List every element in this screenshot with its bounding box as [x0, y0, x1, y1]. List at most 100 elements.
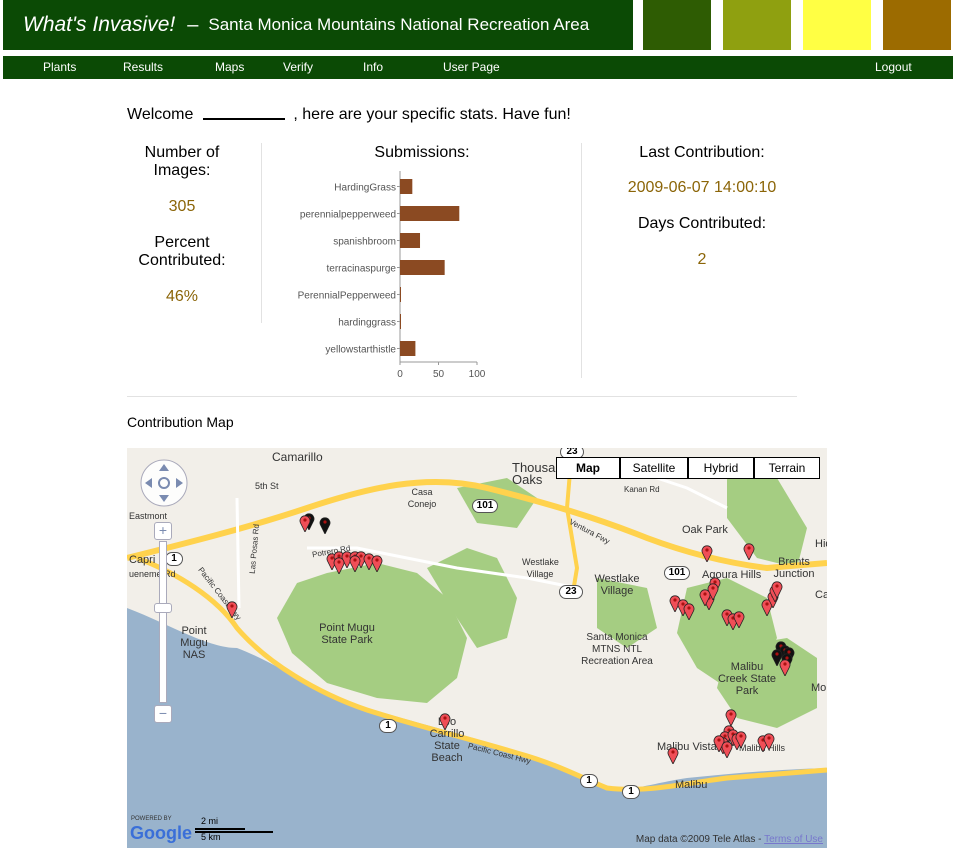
chart-bar — [400, 341, 416, 356]
scale-mi-label: 2 mi — [201, 816, 219, 826]
map-marker-icon[interactable] — [683, 602, 695, 620]
map-label-eastmont: Eastmont — [129, 511, 168, 521]
map-label-hueneme: ueneme Rd — [129, 569, 176, 579]
scale-km-label: 5 km — [201, 832, 221, 842]
chart-category-label: spanishbroom — [333, 237, 396, 248]
map-label-oak-park: Oak Park — [682, 524, 728, 536]
map-label-hid: Hid — [815, 538, 827, 550]
map-type-hybrid[interactable]: Hybrid — [688, 457, 754, 479]
nav-user-page[interactable]: User Page — [443, 56, 500, 79]
num-images-label: Number of Images: — [144, 144, 220, 179]
map-data-text: Map data ©2009 Tele Atlas - — [635, 834, 762, 845]
percent-contributed-label: Percent Contributed: — [138, 234, 226, 269]
chart-category-label: HardingGrass — [334, 183, 396, 194]
map-marker-icon[interactable] — [699, 588, 711, 606]
chart-category-label: hardinggrass — [338, 318, 396, 329]
shield-23-south: 23 — [559, 585, 583, 599]
map-marker-icon[interactable] — [667, 746, 679, 764]
park-north — [727, 468, 807, 568]
zoom-slider-handle[interactable] — [154, 603, 172, 613]
nav-maps[interactable]: Maps — [215, 56, 244, 79]
map-marker-icon[interactable] — [733, 610, 745, 628]
zoom-in-icon: + — [158, 522, 168, 538]
chart-x-tick-label: 50 — [433, 369, 445, 380]
username-blank — [203, 118, 286, 120]
divider-right — [581, 143, 582, 378]
map-data-credit: Map data ©2009 Tele Atlas - Terms of Use — [636, 834, 823, 845]
submissions-chart: HardingGrass perennialpepperweed spanishbr… — [298, 171, 486, 380]
chart-bar — [400, 287, 401, 302]
welcome-suffix: , here are your specific stats. Have fun… — [293, 106, 571, 123]
map-marker-icon[interactable] — [319, 516, 331, 534]
swatch-brown — [883, 0, 951, 50]
chart-category-label: PerennialPepperweed — [298, 291, 396, 302]
nav-verify[interactable]: Verify — [283, 56, 313, 79]
map-marker-icon[interactable] — [771, 580, 783, 598]
percent-contributed-value: 46% — [165, 288, 199, 305]
map-marker-icon[interactable] — [226, 600, 238, 618]
main-nav: Plants Results Maps Verify Info User Pag… — [3, 56, 953, 79]
map-marker-icon[interactable] — [779, 658, 791, 676]
map-marker-icon[interactable] — [299, 514, 311, 532]
zoom-out-button[interactable]: − — [154, 705, 172, 723]
map-label-smmnra: Santa Monica MTNS NTL Recreation Area — [581, 632, 653, 667]
shield-101-east: 101 — [664, 566, 690, 580]
map-label-kanan-rd: Kanan Rd — [624, 485, 660, 494]
shield-1-leo: 1 — [379, 719, 397, 733]
scale-bar: 2 mi 5 km — [195, 816, 275, 842]
powered-by-label: POWERED BY — [131, 816, 172, 822]
map-marker-icon[interactable] — [735, 730, 747, 748]
header-dash: – — [187, 13, 199, 36]
site-header: What's Invasive! – Santa Monica Mountain… — [3, 0, 633, 50]
contribution-map[interactable]: Camarillo 5th St Eastmont Casa Conejo Th… — [127, 448, 827, 848]
zoom-in-button[interactable]: + — [154, 522, 172, 540]
road-las-posas — [235, 497, 241, 609]
submissions-label: Submissions: — [374, 144, 470, 161]
map-label-brents-junction: Brents Junction — [773, 556, 815, 580]
map-marker-icon[interactable] — [349, 554, 361, 572]
shield-1-east: 1 — [622, 785, 640, 799]
nav-info[interactable]: Info — [363, 56, 383, 79]
map-label-ca: Ca — [815, 589, 827, 601]
pan-control[interactable] — [139, 458, 189, 508]
map-marker-icon[interactable] — [439, 712, 451, 730]
site-brand[interactable]: What's Invasive! — [23, 13, 175, 37]
map-label-5th-st: 5th St — [255, 481, 279, 491]
chart-x-tick-label: 0 — [397, 369, 403, 380]
map-type-map[interactable]: Map — [556, 457, 620, 479]
welcome-line: Welcome , here are your specific stats. H… — [127, 106, 571, 124]
swatch-dark-green — [643, 0, 711, 50]
nav-results[interactable]: Results — [123, 56, 163, 79]
chart-bar — [400, 233, 421, 248]
map-label-point-mugu-nas: Point Mugu NAS — [180, 625, 208, 661]
shield-1-west: 1 — [165, 552, 183, 566]
swatch-yellow — [803, 0, 871, 50]
google-logo[interactable]: Google — [130, 823, 192, 844]
chart-category-label: yellowstarthistle — [325, 345, 396, 356]
welcome-prefix: Welcome — [127, 106, 194, 123]
map-type-satellite[interactable]: Satellite — [620, 457, 688, 479]
map-marker-icon[interactable] — [333, 556, 345, 574]
divider-left — [261, 143, 262, 323]
terms-of-use-link[interactable]: Terms of Use — [764, 834, 823, 845]
days-contributed-value: 2 — [697, 251, 707, 268]
swatch-olive — [723, 0, 791, 50]
shield-101-west: 101 — [472, 499, 498, 513]
map-label-capri: Capri — [129, 554, 156, 566]
map-marker-icon[interactable] — [371, 554, 383, 572]
map-marker-icon[interactable] — [701, 544, 713, 562]
map-type-terrain[interactable]: Terrain — [754, 457, 820, 479]
chart-category-label: perennialpepperweed — [300, 210, 396, 221]
map-marker-icon[interactable] — [743, 542, 755, 560]
nav-plants[interactable]: Plants — [43, 56, 76, 79]
scale-mi-line — [195, 828, 245, 830]
map-label-point-mugu-state-park: Point Mugu State Park — [319, 622, 375, 646]
chart-bar — [400, 260, 445, 275]
map-marker-icon[interactable] — [721, 740, 733, 758]
zoom-slider-track[interactable] — [159, 541, 167, 703]
map-marker-icon[interactable] — [763, 732, 775, 750]
site-subtitle: Santa Monica Mountains National Recreati… — [208, 15, 590, 34]
chart-bar — [400, 314, 401, 329]
map-label-westlake-village-small: Westlake Village — [522, 557, 559, 579]
nav-logout[interactable]: Logout — [875, 56, 912, 79]
